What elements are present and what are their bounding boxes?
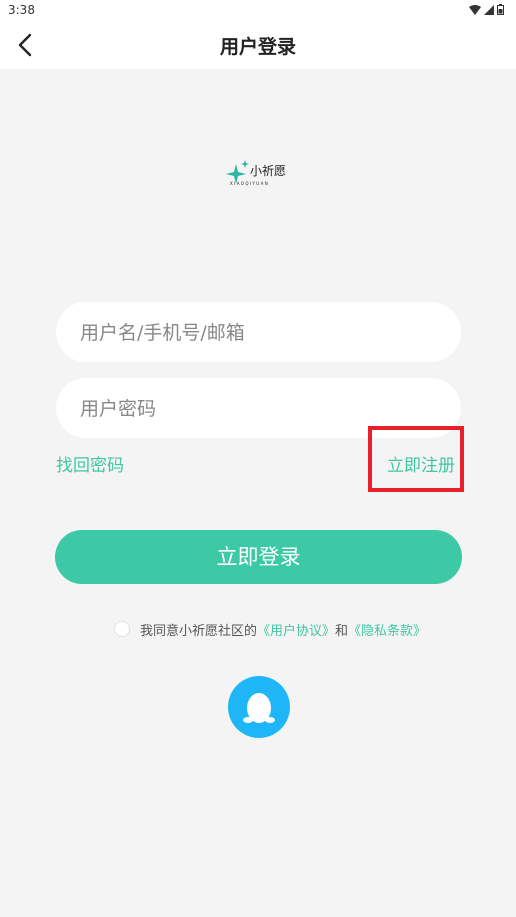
- forgot-password-link[interactable]: 找回密码: [56, 451, 124, 476]
- status-bar: 3:38: [0, 0, 516, 22]
- privacy-policy-link[interactable]: 《隐私条款》: [348, 620, 426, 639]
- qq-penguin-icon: [243, 693, 275, 723]
- page-title: 用户登录: [219, 36, 296, 58]
- agreement-checkbox[interactable]: [114, 621, 130, 637]
- username-input[interactable]: [78, 302, 465, 364]
- signal-icon: [484, 4, 494, 15]
- agreement-and: 和: [335, 623, 349, 639]
- app-logo: 小祈愿 XIAOQIYUAN: [226, 160, 292, 190]
- header: 用户登录: [0, 22, 516, 69]
- user-agreement-link[interactable]: 《用户协议》: [257, 620, 335, 639]
- status-time: 3:38: [8, 3, 35, 17]
- highlight-box: [368, 426, 464, 492]
- username-field[interactable]: [56, 302, 465, 364]
- battery-icon: [497, 4, 504, 15]
- agreement-row: 我同意小祈愿社区的 《用户协议》 和 《隐私条款》: [114, 619, 426, 639]
- login-button[interactable]: 立即登录: [55, 530, 462, 584]
- logo-text: 小祈愿: [250, 164, 287, 178]
- logo-subtext: XIAOQIYUAN: [230, 181, 270, 186]
- qq-login-button[interactable]: [228, 676, 290, 738]
- wifi-icon: [469, 4, 481, 15]
- agreement-prefix: 我同意小祈愿社区的: [140, 623, 258, 639]
- status-icons: [469, 4, 504, 15]
